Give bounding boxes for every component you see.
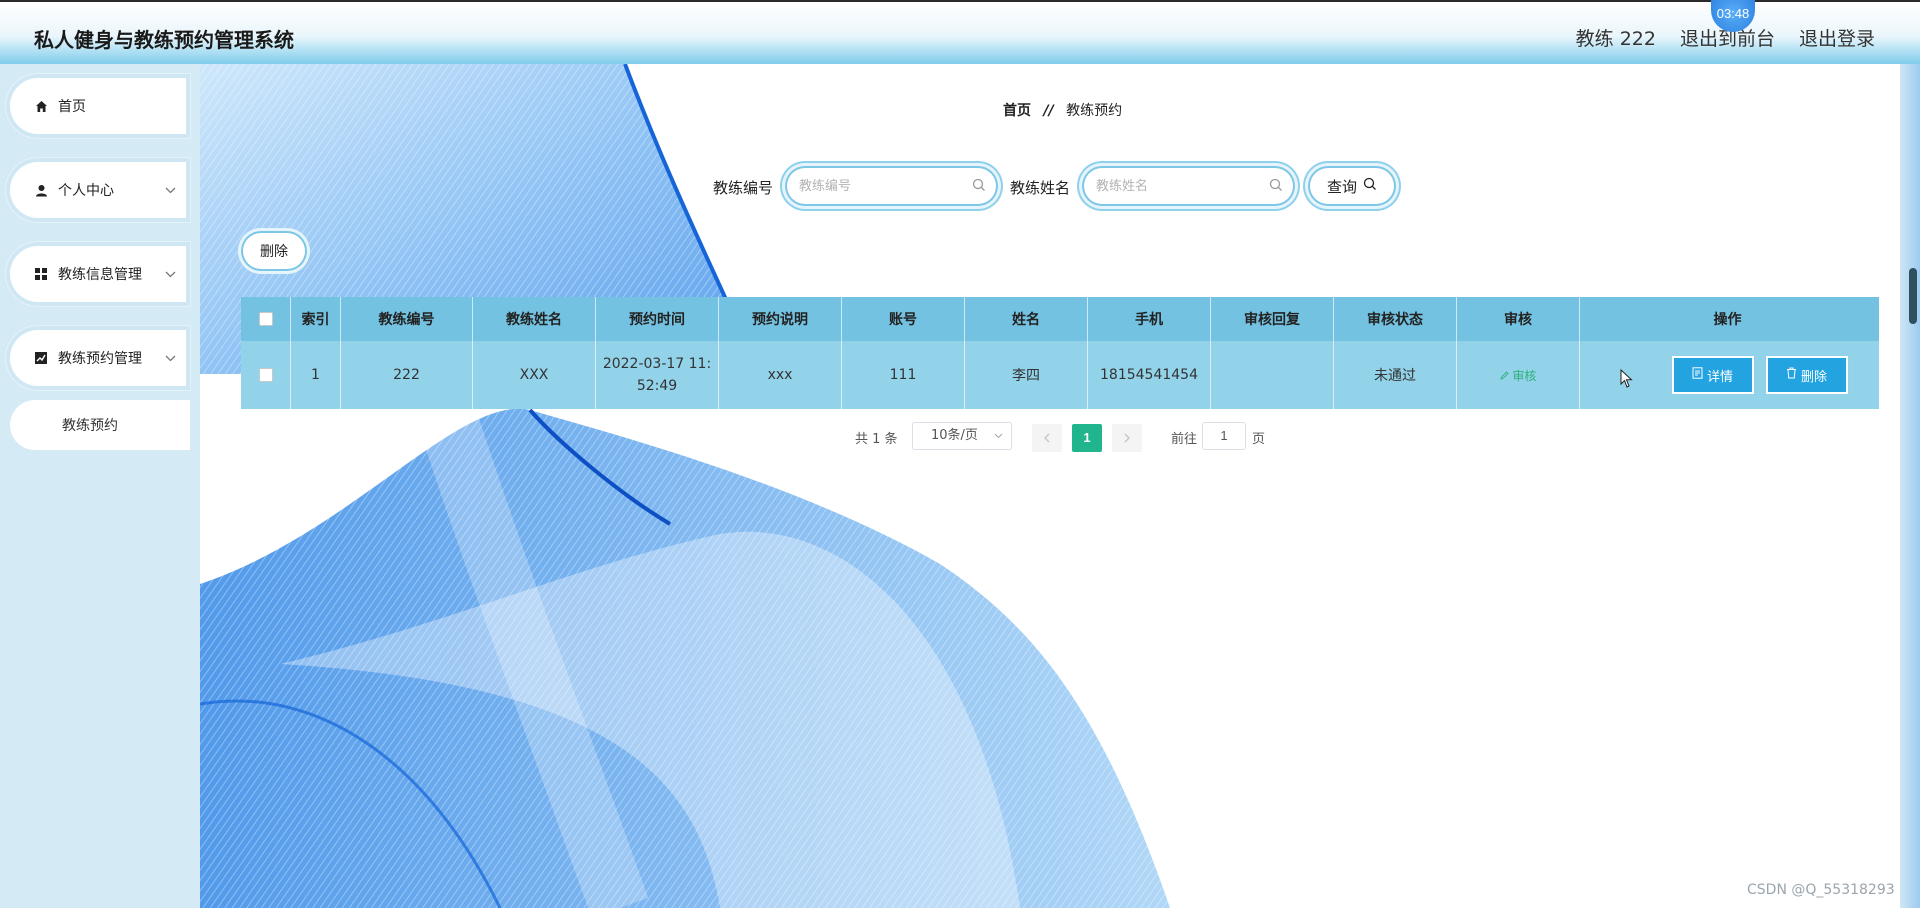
- chevron-down-icon: [165, 267, 176, 281]
- cell-status: 未通过: [1334, 341, 1457, 409]
- next-page-button[interactable]: [1112, 424, 1142, 452]
- column-header: 姓名: [965, 297, 1088, 341]
- cell-coach-no: 222: [341, 341, 473, 409]
- coach-name-input[interactable]: [1096, 175, 1266, 197]
- goto-page-input[interactable]: 1: [1202, 422, 1246, 450]
- grid-icon: [34, 267, 48, 281]
- page-number-current[interactable]: 1: [1072, 424, 1102, 452]
- page-size-select[interactable]: 10条/页: [912, 422, 1012, 450]
- chart-icon: [34, 351, 48, 365]
- column-header: 手机: [1088, 297, 1211, 341]
- chevron-down-icon: [994, 423, 1003, 449]
- page-size-value: 10条/页: [931, 428, 978, 443]
- prev-page-button[interactable]: [1032, 424, 1062, 452]
- row-checkbox[interactable]: [258, 368, 273, 382]
- coach-no-input[interactable]: [799, 175, 969, 197]
- column-header: 教练姓名: [473, 297, 596, 341]
- top-header: 私人健身与教练预约管理系统 教练 222 退出到前台 退出登录: [0, 0, 1920, 64]
- row-select-cell: [241, 341, 291, 409]
- mouse-cursor-icon: [1620, 368, 1634, 394]
- breadcrumb-separator: //: [1043, 103, 1054, 119]
- pagination-total: 共 1 条: [855, 432, 898, 447]
- coach-name-label: 教练姓名: [1010, 179, 1071, 197]
- booking-time-line1: 2022-03-17 11:: [602, 356, 712, 372]
- cell-account: 111: [842, 341, 965, 409]
- home-icon: [34, 99, 48, 113]
- sidebar-item-coach-booking[interactable]: 教练预约管理: [6, 326, 190, 390]
- search-icon: [1363, 177, 1377, 195]
- logout-link[interactable]: 退出登录: [1799, 24, 1875, 51]
- cell-note: xxx: [719, 341, 842, 409]
- sidebar-item-coach-info[interactable]: 教练信息管理: [6, 242, 190, 306]
- chevron-left-icon: [1044, 433, 1050, 443]
- row-delete-button-label: 删除: [1800, 369, 1827, 385]
- column-header: 预约说明: [719, 297, 842, 341]
- sidebar-item-home[interactable]: 首页: [6, 74, 190, 138]
- sidebar-item-label: 教练信息管理: [58, 267, 142, 283]
- select-all-cell: [241, 297, 291, 341]
- chevron-down-icon: [165, 183, 176, 197]
- cell-reply: [1211, 341, 1334, 409]
- cell-booking-time: 2022-03-17 11: 52:49: [596, 341, 719, 409]
- watermark: CSDN @Q_55318293: [1747, 882, 1895, 898]
- select-all-checkbox[interactable]: [258, 312, 273, 326]
- cell-index: 1: [291, 341, 341, 409]
- column-header: 账号: [842, 297, 965, 341]
- coach-name-search-box: [1082, 166, 1295, 206]
- sidebar-item-label: 首页: [58, 99, 86, 115]
- breadcrumb: 首页 // 教练预约: [1003, 100, 1122, 120]
- app-title: 私人健身与教练预约管理系统: [34, 28, 294, 52]
- sidebar-subitem-coach-booking[interactable]: 教练预约: [10, 400, 190, 450]
- audit-link-label: 审核: [1512, 368, 1537, 383]
- query-button[interactable]: 查询: [1308, 166, 1396, 206]
- column-header: 审核: [1457, 297, 1580, 341]
- chevron-down-icon: [165, 351, 176, 365]
- sidebar-item-label: 教练预约管理: [58, 351, 142, 367]
- table-header: 索引 教练编号 教练姓名 预约时间 预约说明 账号 姓名 手机 审核回复 审核状…: [241, 297, 1879, 341]
- goto-prefix: 前往: [1171, 432, 1198, 447]
- booking-time-line2: 52:49: [636, 378, 678, 394]
- cell-audit: 审核: [1457, 341, 1580, 409]
- batch-delete-button[interactable]: 删除: [241, 231, 307, 271]
- coach-no-label: 教练编号: [713, 179, 774, 197]
- audit-link[interactable]: 审核: [1499, 367, 1537, 384]
- sidebar: 首页 个人中心 教练信息管理 教练预约管理 教练预约: [0, 64, 200, 908]
- cell-coach-name: XXX: [473, 341, 596, 409]
- row-delete-button[interactable]: 删除: [1767, 358, 1846, 392]
- trash-icon: [1786, 367, 1797, 383]
- search-icon: [1269, 178, 1283, 197]
- sidebar-item-label: 个人中心: [58, 183, 114, 199]
- detail-button-label: 详情: [1706, 369, 1733, 385]
- column-header: 教练编号: [341, 297, 473, 341]
- chevron-right-icon: [1124, 433, 1130, 443]
- column-header: 审核状态: [1334, 297, 1457, 341]
- search-icon: [972, 178, 986, 197]
- column-header: 预约时间: [596, 297, 719, 341]
- sidebar-subitem-label: 教练预约: [62, 418, 118, 434]
- detail-button[interactable]: 详情: [1673, 358, 1752, 392]
- scrollbar-thumb[interactable]: [1909, 268, 1917, 324]
- edit-icon: [1499, 369, 1513, 383]
- right-decoration: [1900, 64, 1920, 908]
- document-icon: [1692, 367, 1703, 383]
- goto-suffix: 页: [1252, 432, 1266, 447]
- column-header: 索引: [291, 297, 341, 341]
- current-user: 教练 222: [1575, 28, 1656, 50]
- query-button-label: 查询: [1326, 177, 1357, 196]
- coach-no-search-box: [785, 166, 998, 206]
- column-header: 操作: [1713, 312, 1742, 328]
- sidebar-item-personal-center[interactable]: 个人中心: [6, 158, 190, 222]
- column-header: 审核回复: [1211, 297, 1334, 341]
- breadcrumb-home[interactable]: 首页: [1003, 103, 1031, 119]
- user-icon: [34, 183, 48, 197]
- cell-phone: 18154541454: [1088, 341, 1211, 409]
- breadcrumb-current: 教练预约: [1066, 103, 1123, 119]
- cell-name: 李四: [965, 341, 1088, 409]
